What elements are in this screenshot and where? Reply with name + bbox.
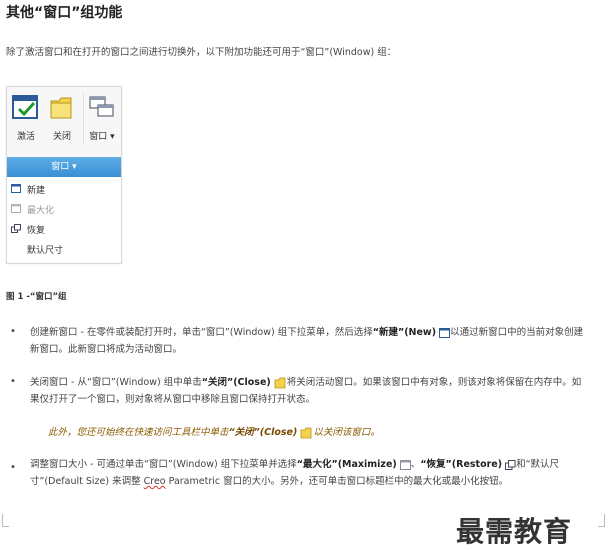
menu-item-maximize[interactable]: 最大化 — [7, 199, 121, 219]
page-title: 其他“窗口”组功能 — [6, 5, 123, 21]
close-label: 关闭 — [52, 132, 71, 142]
watermark-logo: 最需教育 — [456, 515, 573, 548]
windows-icon — [89, 96, 114, 117]
window-group-bar[interactable]: 窗口 ▾ — [7, 157, 121, 177]
menu-item-restore[interactable]: 恢复 — [7, 219, 121, 239]
folder-icon — [300, 427, 312, 438]
window-group-widget: 激活 关闭 窗口 ▾ 窗口 ▾ 新建 最大化 恢复 默认尺寸 — [6, 86, 122, 264]
close-button[interactable]: 关闭 — [45, 91, 79, 151]
quick-access-note: 此外，您还可始终在快速访问工具栏中单击“关闭”(Close) 以关闭该窗口。 — [48, 427, 380, 438]
restore-icon — [505, 459, 516, 470]
restore-icon — [11, 224, 21, 233]
new-window-icon — [439, 327, 451, 338]
maximize-icon — [11, 204, 21, 213]
activate-label: 激活 — [16, 132, 35, 142]
page-corner-mark — [598, 514, 605, 527]
maximize-icon — [399, 459, 411, 470]
window-dropdown-button[interactable]: 窗口 ▾ — [85, 91, 119, 151]
bullet-marker: • — [10, 326, 16, 337]
new-window-icon — [11, 184, 21, 193]
folder-icon — [274, 377, 286, 388]
menu-item-default-size[interactable]: 默认尺寸 — [7, 239, 121, 259]
activate-icon — [12, 95, 38, 119]
bullet-marker: • — [10, 376, 16, 387]
ribbon: 激活 关闭 窗口 ▾ — [7, 87, 121, 157]
bullet-marker: • — [10, 462, 16, 473]
bullet-new-window: 创建新窗口 - 在零件或装配打开时，单击“窗口”(Window) 组下拉菜单，然… — [30, 327, 584, 355]
bullet-resize-window: 调整窗口大小 - 可通过单击“窗口”(Window) 组下拉菜单并选择“最大化”… — [30, 459, 560, 487]
page-corner-mark — [2, 514, 9, 527]
intro-text: 除了激活窗口和在打开的窗口之间进行切换外，以下附加功能还可用于“窗口”(Wind… — [6, 47, 397, 58]
figure-caption: 图 1 -“窗口”组 — [6, 292, 67, 302]
window-menu: 新建 最大化 恢复 默认尺寸 — [7, 179, 121, 259]
menu-item-new[interactable]: 新建 — [7, 179, 121, 199]
ribbon-separator — [83, 93, 84, 145]
window-label: 窗口 ▾ — [89, 132, 115, 142]
bullet-close-window: 关闭窗口 - 从“窗口”(Window) 组中单击“关闭”(Close) 将关闭… — [30, 377, 582, 405]
folder-icon — [50, 97, 72, 119]
activate-button[interactable]: 激活 — [9, 91, 43, 151]
